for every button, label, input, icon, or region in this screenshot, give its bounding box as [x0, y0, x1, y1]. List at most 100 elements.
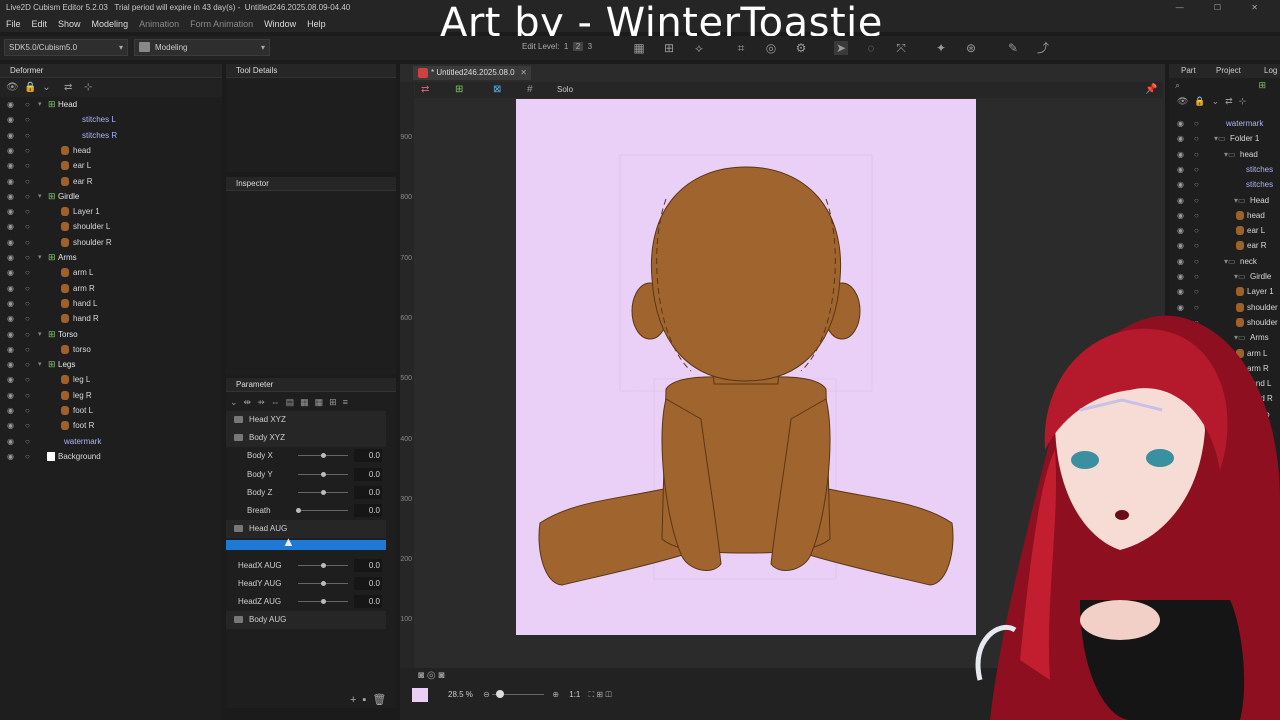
parameter-slider[interactable]	[298, 510, 348, 511]
lock-toggle-icon[interactable]: ○	[25, 265, 30, 280]
deformer-row[interactable]: ◉ ○ shoulder R	[0, 235, 222, 250]
eye-icon[interactable]: ◉	[7, 342, 14, 357]
parts-search-bar[interactable]: ⌕ ⊞	[1169, 80, 1280, 94]
lock-toggle-icon[interactable]: ○	[1194, 269, 1199, 284]
eye-icon[interactable]: ◉	[7, 449, 14, 464]
sort-icon[interactable]: ⇄	[64, 79, 72, 97]
close-icon[interactable]: ✕	[520, 66, 527, 80]
eye-icon[interactable]: ◉	[1177, 208, 1184, 223]
deformer-row[interactable]: ◉ ○ ▾ ⊞ Girdle	[0, 189, 222, 204]
lock-toggle-icon[interactable]: ○	[25, 372, 30, 387]
eye-icon[interactable]: ◉	[7, 418, 14, 433]
fit-icon[interactable]: ⛶ ⊞ ◫	[589, 690, 612, 699]
filter-icon[interactable]: ⌄	[42, 82, 50, 93]
lock-toggle-icon[interactable]: ○	[25, 342, 30, 357]
view-icon[interactable]: ⊞	[455, 84, 463, 95]
parameter-value[interactable]: 0.0	[354, 595, 382, 608]
part-row[interactable]: ◉ ○ ear L	[1170, 223, 1280, 238]
parameter-value[interactable]: 0.0	[354, 449, 382, 463]
eye-icon[interactable]: 👁	[6, 82, 19, 93]
part-row[interactable]: ◉ ○ watermark	[1170, 116, 1280, 131]
parameter-slider-knob[interactable]	[296, 508, 301, 513]
snap-icon[interactable]: ⊠	[493, 84, 501, 95]
eye-icon[interactable]: ◉	[1177, 284, 1184, 299]
pen-icon[interactable]: ✎	[1006, 41, 1020, 55]
deformer-row[interactable]: ◉ ○ Background	[0, 449, 222, 464]
part-row[interactable]: ◉ ○ ▾▭ Head	[1170, 193, 1280, 208]
menu-item-window[interactable]: Window	[258, 16, 301, 32]
eye-icon[interactable]: ◉	[7, 158, 14, 173]
parameter-row[interactable]: Body Y 0.0	[226, 466, 386, 484]
eye-icon[interactable]: ◉	[1177, 269, 1184, 284]
document-tab[interactable]: * Untitled246.2025.08.0 ✕	[413, 66, 531, 80]
deformer-row[interactable]: ◉ ○ foot L	[0, 403, 222, 418]
zoom-slider[interactable]	[492, 690, 545, 699]
eye-icon[interactable]: ◉	[7, 327, 14, 342]
eye-icon[interactable]: ◉	[7, 372, 14, 387]
parameter-group[interactable]: Head AUG	[226, 520, 386, 539]
eye-icon[interactable]: ◉	[1177, 223, 1184, 238]
parameter-row[interactable]: Body X 0.0	[226, 447, 386, 465]
eye-icon[interactable]: ◉	[1177, 238, 1184, 253]
parameter-slider-knob[interactable]	[321, 489, 326, 495]
eye-icon[interactable]: ◉	[7, 128, 14, 143]
tab-project[interactable]: Project	[1216, 66, 1241, 75]
lock-toggle-icon[interactable]: ○	[1194, 284, 1199, 299]
menu-item-animation[interactable]: Animation	[133, 16, 184, 32]
mesh-edit-icon[interactable]: ▦	[632, 41, 646, 55]
zoom-out-icon[interactable]: ⊖	[483, 690, 490, 699]
lock-toggle-icon[interactable]: ○	[1194, 147, 1199, 162]
solo-toggle[interactable]: Solo	[557, 85, 573, 94]
eye-icon[interactable]: ◉	[7, 235, 14, 250]
deformer-row[interactable]: ◉ ○ Layer 1	[0, 204, 222, 219]
deformer-row[interactable]: ◉ ○ hand L	[0, 296, 222, 311]
transform-icon[interactable]: ⤧	[894, 41, 908, 55]
lock-toggle-icon[interactable]: ○	[1194, 193, 1199, 208]
lock-toggle-icon[interactable]: ○	[25, 189, 30, 204]
lock-toggle-icon[interactable]: ○	[25, 250, 30, 265]
edit-level-3[interactable]: 3	[588, 42, 592, 51]
eye-icon[interactable]: ◉	[1177, 254, 1184, 269]
deformer-row[interactable]: ◉ ○ ear L	[0, 158, 222, 173]
lock-toggle-icon[interactable]: ○	[25, 281, 30, 296]
zoom-in-icon[interactable]: ⊕	[552, 690, 559, 699]
hierarchy-icon[interactable]: ⊹	[84, 79, 92, 97]
parameter-value[interactable]: 0.0	[354, 576, 382, 590]
menu-item-form-animation[interactable]: Form Animation	[184, 16, 258, 32]
parameter-value[interactable]: 0.0	[354, 558, 382, 572]
eye-icon[interactable]: ◉	[7, 189, 14, 204]
eye-icon[interactable]: ◉	[7, 250, 14, 265]
auto-mesh-icon[interactable]: ⟡	[692, 41, 706, 55]
eye-icon[interactable]: ◉	[1177, 162, 1184, 177]
eye-icon[interactable]: ◉	[1177, 147, 1184, 162]
deformer-row[interactable]: ◉ ○ leg R	[0, 388, 222, 403]
part-row[interactable]: ◉ ○ ear R	[1170, 238, 1280, 253]
part-row[interactable]: ◉ ○ head	[1170, 208, 1280, 223]
eye-icon[interactable]: ◉	[7, 296, 14, 311]
deformer-row[interactable]: ◉ ○ watermark	[0, 434, 222, 449]
parameter-row[interactable]: Breath 0.0	[226, 502, 386, 520]
expand-icon[interactable]: ▾	[38, 327, 42, 342]
target-icon[interactable]: ⊛	[964, 41, 978, 55]
eye-icon[interactable]: ◉	[7, 311, 14, 326]
model-canvas[interactable]	[516, 99, 976, 635]
deformer-row[interactable]: ◉ ○ torso	[0, 342, 222, 357]
lock-toggle-icon[interactable]: ○	[25, 112, 30, 127]
add-part-icon[interactable]: ⊞	[1258, 80, 1266, 91]
parameter-toolbar[interactable]: ⌄⇹⇸⇔▤▦▦⊞≡	[226, 393, 396, 411]
glue-icon[interactable]: ⚙	[794, 41, 808, 55]
lock-toggle-icon[interactable]: ○	[25, 204, 30, 219]
parameter-slider-knob[interactable]	[321, 599, 326, 604]
eye-icon[interactable]: ◉	[7, 204, 14, 219]
part-row[interactable]: ◉ ○ ▾▭ neck	[1170, 254, 1280, 269]
parts-toolbar[interactable]: 👁🔒⌄⇄⊹	[1169, 96, 1280, 112]
lock-toggle-icon[interactable]: ○	[1194, 116, 1199, 131]
lock-toggle-icon[interactable]: ○	[1194, 238, 1199, 253]
mirror-icon[interactable]: ⇄	[421, 84, 429, 95]
parameter-row[interactable]: Body Z 0.0	[226, 484, 386, 502]
eye-icon[interactable]: ◉	[1177, 131, 1184, 146]
sdk-version-select[interactable]: SDK5.0/Cubism5.0 ▾	[4, 39, 128, 56]
grid-icon[interactable]: #	[527, 84, 533, 95]
eye-icon[interactable]: ◉	[7, 174, 14, 189]
part-row[interactable]: ◉ ○ Layer 1	[1170, 284, 1280, 299]
